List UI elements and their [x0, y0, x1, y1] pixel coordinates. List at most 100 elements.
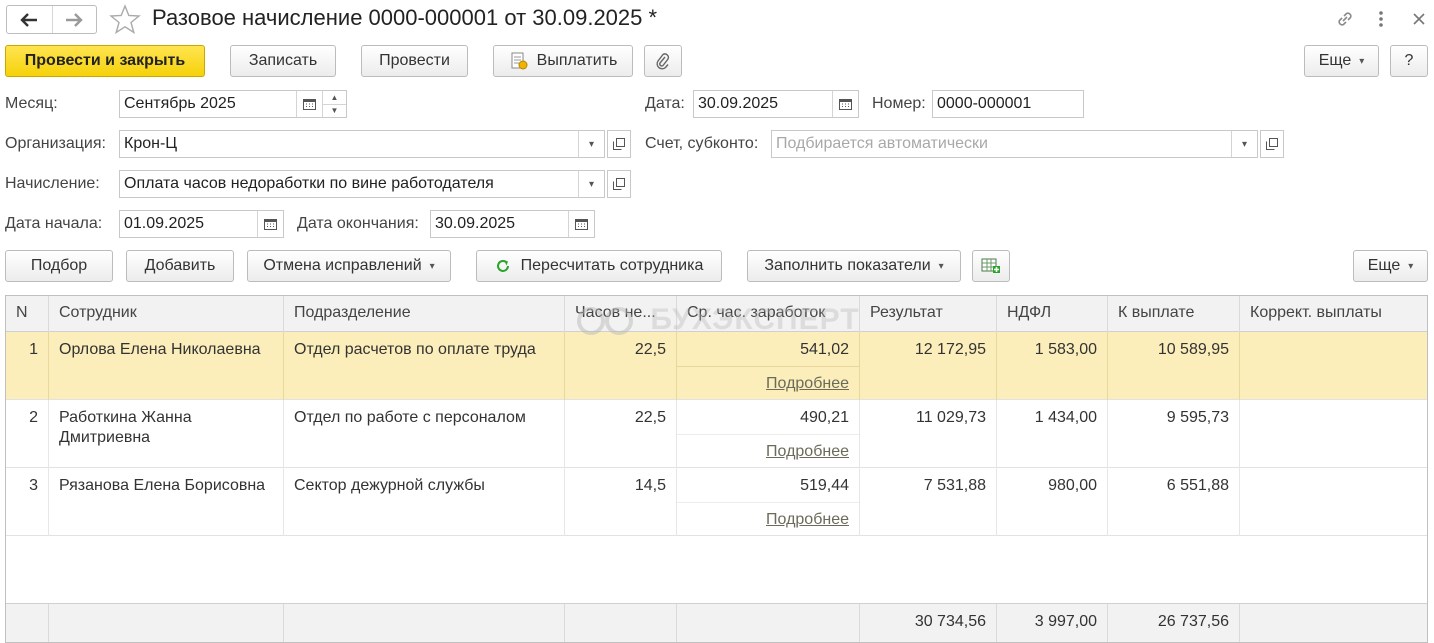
cell-ndfl[interactable]: 980,00 [997, 468, 1108, 536]
column-header-department[interactable]: Подразделение [284, 296, 565, 332]
cell-hours[interactable]: 14,5 [565, 468, 677, 536]
accruals-table[interactable]: N Сотрудник Подразделение Часов не... Ср… [5, 295, 1428, 643]
calendar-button[interactable] [832, 91, 858, 117]
number-value[interactable]: 0000-000001 [933, 95, 1083, 113]
organization-dropdown[interactable]: ▾ [578, 131, 604, 157]
details-link[interactable]: Подробнее [766, 442, 849, 462]
end-date-value[interactable]: 30.09.2025 [431, 215, 568, 233]
chevron-down-icon: ▾ [588, 178, 595, 190]
select-button[interactable]: Подбор [5, 250, 113, 282]
start-date-value[interactable]: 01.09.2025 [120, 215, 257, 233]
cell-ndfl[interactable]: 1 583,00 [997, 332, 1108, 400]
account-open-button[interactable] [1260, 130, 1284, 158]
pay-button[interactable]: Выплатить [493, 45, 633, 77]
save-button[interactable]: Записать [230, 45, 336, 77]
calendar-button[interactable] [568, 211, 594, 237]
fill-indicators-button[interactable]: Заполнить показатели ▾ [747, 250, 961, 282]
cell-hours[interactable]: 22,5 [565, 400, 677, 468]
menu-button[interactable] [1369, 8, 1393, 30]
table-add-icon [981, 258, 1000, 273]
post-button[interactable]: Провести [361, 45, 468, 77]
cell-ndfl[interactable]: 1 434,00 [997, 400, 1108, 468]
cell-correction[interactable] [1240, 332, 1427, 400]
table-more-label: Еще [1367, 257, 1401, 274]
accrual-dropdown[interactable]: ▾ [578, 171, 604, 197]
end-date-label: Дата окончания: [297, 215, 419, 232]
date-value[interactable]: 30.09.2025 [694, 95, 832, 113]
chevron-up-icon[interactable]: ▲ [323, 91, 346, 104]
organization-field[interactable]: Крон-Ц ▾ [119, 130, 605, 158]
table-row[interactable]: 2 Работкина Жанна Дмитриевна Отдел по ра… [6, 400, 1427, 468]
cell-payout[interactable]: 6 551,88 [1108, 468, 1240, 536]
cell-result[interactable]: 7 531,88 [860, 468, 997, 536]
organization-value[interactable]: Крон-Ц [120, 135, 578, 153]
post-and-close-button[interactable]: Провести и закрыть [5, 45, 205, 77]
cell-correction[interactable] [1240, 468, 1427, 536]
back-button[interactable] [7, 6, 52, 33]
month-stepper[interactable]: ▲ ▼ [322, 91, 346, 117]
forward-button[interactable] [51, 6, 97, 33]
start-date-field[interactable]: 01.09.2025 [119, 210, 284, 238]
cell-result[interactable]: 11 029,73 [860, 400, 997, 468]
number-label: Номер: [872, 95, 926, 112]
column-header-avg-earnings[interactable]: Ср. час. заработок [677, 296, 860, 332]
link-button[interactable] [1333, 8, 1357, 30]
cancel-corrections-button[interactable]: Отмена исправлений ▾ [247, 250, 451, 282]
account-field[interactable]: Подбирается автоматически ▾ [771, 130, 1258, 158]
add-button[interactable]: Добавить [126, 250, 234, 282]
cell-employee[interactable]: Рязанова Елена Борисовна [49, 468, 284, 536]
month-field[interactable]: Сентябрь 2025 ▲ ▼ [119, 90, 347, 118]
cell-avg-earnings[interactable]: 519,44 Подробнее [677, 468, 860, 536]
star-icon [109, 4, 141, 35]
cancel-corrections-label: Отмена исправлений [263, 257, 422, 274]
close-button[interactable] [1407, 8, 1431, 30]
column-header-n[interactable]: N [6, 296, 49, 332]
add-table-button[interactable] [972, 250, 1010, 282]
cell-avg-earnings[interactable]: 541,02 Подробнее [677, 332, 860, 400]
cell-employee[interactable]: Работкина Жанна Дмитриевна [49, 400, 284, 468]
account-placeholder[interactable]: Подбирается автоматически [772, 135, 1231, 153]
cell-correction[interactable] [1240, 400, 1427, 468]
organization-open-button[interactable] [607, 130, 631, 158]
calendar-button[interactable] [257, 211, 283, 237]
table-more-button[interactable]: Еще ▾ [1353, 250, 1428, 282]
table-row[interactable]: 1 Орлова Елена Николаевна Отдел расчетов… [6, 332, 1427, 400]
more-button[interactable]: Еще ▾ [1304, 45, 1379, 77]
footer-cell [677, 604, 860, 642]
help-button[interactable]: ? [1390, 45, 1428, 77]
cell-hours[interactable]: 22,5 [565, 332, 677, 400]
column-header-hours[interactable]: Часов не... [565, 296, 677, 332]
account-dropdown[interactable]: ▾ [1231, 131, 1257, 157]
accrual-value[interactable]: Оплата часов недоработки по вине работод… [120, 175, 578, 193]
total-result: 30 734,56 [860, 604, 997, 642]
chevron-down-icon[interactable]: ▼ [323, 103, 346, 118]
cell-avg-earnings[interactable]: 490,21 Подробнее [677, 400, 860, 468]
table-row[interactable]: 3 Рязанова Елена Борисовна Сектор дежурн… [6, 468, 1427, 536]
cell-department[interactable]: Отдел по работе с персоналом [284, 400, 565, 468]
cell-payout[interactable]: 10 589,95 [1108, 332, 1240, 400]
accrual-open-button[interactable] [607, 170, 631, 198]
details-link[interactable]: Подробнее [766, 510, 849, 530]
end-date-field[interactable]: 30.09.2025 [430, 210, 595, 238]
column-header-result[interactable]: Результат [860, 296, 997, 332]
accrual-field[interactable]: Оплата часов недоработки по вине работод… [119, 170, 605, 198]
cell-payout[interactable]: 9 595,73 [1108, 400, 1240, 468]
month-value[interactable]: Сентябрь 2025 [120, 95, 296, 113]
details-link[interactable]: Подробнее [766, 374, 849, 394]
favorite-button[interactable] [109, 4, 141, 35]
cell-department[interactable]: Сектор дежурной службы [284, 468, 565, 536]
attach-button[interactable] [644, 45, 682, 77]
arrow-right-icon [66, 12, 83, 27]
calendar-button[interactable] [296, 91, 322, 117]
column-header-payout[interactable]: К выплате [1108, 296, 1240, 332]
date-field[interactable]: 30.09.2025 [693, 90, 859, 118]
number-field[interactable]: 0000-000001 [932, 90, 1084, 118]
column-header-ndfl[interactable]: НДФЛ [997, 296, 1108, 332]
cell-employee[interactable]: Орлова Елена Николаевна [49, 332, 284, 400]
cell-department[interactable]: Отдел расчетов по оплате труда [284, 332, 565, 400]
accrual-label: Начисление: [5, 175, 100, 192]
column-header-correction[interactable]: Коррект. выплаты [1240, 296, 1427, 332]
recalculate-employee-button[interactable]: Пересчитать сотрудника [476, 250, 722, 282]
column-header-employee[interactable]: Сотрудник [49, 296, 284, 332]
cell-result[interactable]: 12 172,95 [860, 332, 997, 400]
